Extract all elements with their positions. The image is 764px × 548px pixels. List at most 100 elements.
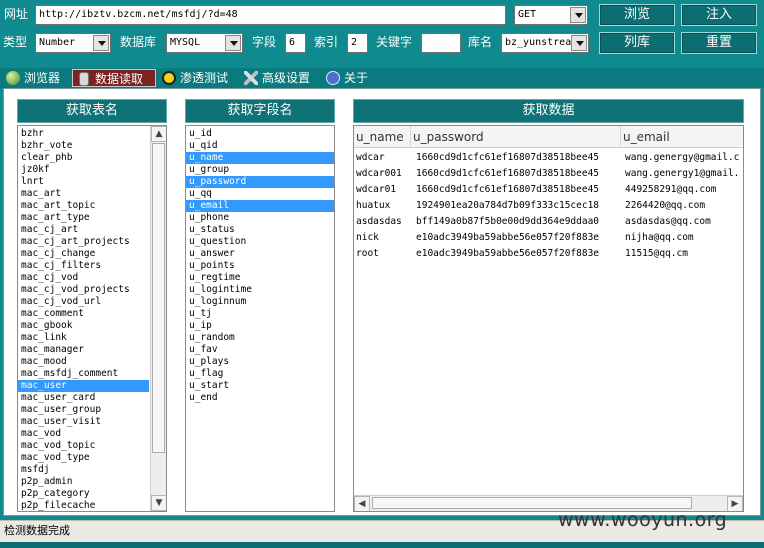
chevron-up-icon[interactable]: ▲	[151, 126, 166, 142]
list-item[interactable]: mac_manager	[18, 344, 149, 356]
list-item[interactable]: u_start	[186, 380, 334, 392]
table-cell: huatux	[356, 200, 391, 211]
list-item[interactable]: mac_user_visit	[18, 416, 149, 428]
table-cell: asdasdas@qq.com	[625, 216, 711, 227]
tab-advanced[interactable]: 高级设置	[240, 69, 320, 87]
keyword-input[interactable]	[421, 33, 461, 53]
table-row[interactable]: root e10adc3949ba59abbe56e057f20f883e 1151…	[354, 246, 743, 262]
list-item[interactable]: mac_cj_vod_url	[18, 296, 149, 308]
table-cell: 449258291@qq.com	[625, 184, 717, 195]
list-item[interactable]: mac_comment	[18, 308, 149, 320]
list-item[interactable]: mac_cj_change	[18, 248, 149, 260]
list-item[interactable]: mac_cj_vod_projects	[18, 284, 149, 296]
list-item[interactable]: u_ip	[186, 320, 334, 332]
list-item[interactable]: bzhr	[18, 128, 149, 140]
list-item[interactable]: u_question	[186, 236, 334, 248]
list-item[interactable]: u_phone	[186, 212, 334, 224]
column-header[interactable]: u_password	[411, 126, 621, 148]
index-input[interactable]: 2	[347, 33, 368, 53]
scroll-thumb[interactable]	[372, 497, 692, 509]
list-item[interactable]: mac_vod_topic	[18, 440, 149, 452]
list-item[interactable]: u_email	[186, 200, 334, 212]
url-input[interactable]: http://ibztv.bzcm.net/msfdj/?d=48	[35, 5, 506, 25]
tab-data-read[interactable]: 数据读取	[72, 69, 156, 87]
list-item[interactable]: mac_link	[18, 332, 149, 344]
list-item[interactable]: u_qid	[186, 140, 334, 152]
column-header[interactable]: u_email	[621, 126, 743, 148]
list-item[interactable]: bzhr_vote	[18, 140, 149, 152]
list-item[interactable]: u_fav	[186, 344, 334, 356]
table-row[interactable]: wdcar 1660cd9d1cfc61ef16807d38518bee45 wan…	[354, 150, 743, 166]
chevron-down-icon[interactable]	[570, 7, 586, 23]
tables-scrollbar[interactable]: ▲ ▼	[150, 126, 166, 511]
list-item[interactable]: u_points	[186, 260, 334, 272]
list-item[interactable]: u_tj	[186, 308, 334, 320]
table-row[interactable]: wdcar001 1660cd9d1cfc61ef16807d38518bee45…	[354, 166, 743, 182]
chevron-left-icon[interactable]: ◀	[354, 496, 370, 511]
list-item[interactable]: u_flag	[186, 368, 334, 380]
list-item[interactable]: lnrt	[18, 176, 149, 188]
list-item[interactable]: u_loginnum	[186, 296, 334, 308]
list-item[interactable]: p2p_category	[18, 488, 149, 500]
chevron-down-icon[interactable]	[571, 35, 587, 51]
list-item[interactable]: mac_cj_art	[18, 224, 149, 236]
list-item[interactable]: u_password	[186, 176, 334, 188]
type-select[interactable]: Number	[35, 33, 111, 53]
list-item[interactable]: clear_phb	[18, 152, 149, 164]
list-item[interactable]: mac_cj_art_projects	[18, 236, 149, 248]
list-item[interactable]: u_answer	[186, 248, 334, 260]
data-grid[interactable]: u_name u_password u_email wdcar 1660cd9d1…	[353, 125, 744, 512]
list-item[interactable]: u_qq	[186, 188, 334, 200]
method-select[interactable]: GET	[514, 5, 588, 25]
list-item[interactable]: u_random	[186, 332, 334, 344]
list-item[interactable]: mac_cj_vod	[18, 272, 149, 284]
list-item[interactable]: mac_gbook	[18, 320, 149, 332]
column-header[interactable]: u_name	[354, 126, 411, 148]
list-db-button[interactable]: 列库	[599, 32, 675, 54]
list-item[interactable]: p2p_admin	[18, 476, 149, 488]
scroll-thumb[interactable]	[152, 143, 165, 453]
list-item[interactable]: mac_cj_filters	[18, 260, 149, 272]
list-item[interactable]: mac_user	[18, 380, 149, 392]
chevron-right-icon[interactable]: ▶	[727, 496, 743, 511]
list-item[interactable]: u_logintime	[186, 284, 334, 296]
list-item[interactable]: mac_art_topic	[18, 200, 149, 212]
list-item[interactable]: u_id	[186, 128, 334, 140]
list-item[interactable]: jz0kf	[18, 164, 149, 176]
list-item[interactable]: mac_user_group	[18, 404, 149, 416]
tab-pentest[interactable]: 渗透测试	[158, 69, 238, 87]
tab-about[interactable]: 关于	[322, 69, 378, 87]
list-item[interactable]: u_end	[186, 392, 334, 404]
list-item[interactable]: u_name	[186, 152, 334, 164]
list-item[interactable]: u_group	[186, 164, 334, 176]
list-item[interactable]: msfdj	[18, 464, 149, 476]
list-item[interactable]: mac_art	[18, 188, 149, 200]
chevron-down-icon[interactable]	[225, 35, 241, 51]
browse-button[interactable]: 浏览	[599, 4, 675, 26]
chevron-down-icon[interactable]: ▼	[151, 495, 166, 511]
tables-list[interactable]: bzhr bzhr_vote clear_phb jz0kf lnrt mac_art ma…	[17, 125, 167, 512]
list-item[interactable]: mac_msfdj_comment	[18, 368, 149, 380]
list-item[interactable]: mac_vod_type	[18, 452, 149, 464]
chevron-down-icon[interactable]	[93, 35, 109, 51]
list-item[interactable]: mac_user_card	[18, 392, 149, 404]
tab-browser[interactable]: 浏览器	[2, 69, 70, 87]
table-row[interactable]: wdcar01 1660cd9d1cfc61ef16807d38518bee45 4…	[354, 182, 743, 198]
inject-button[interactable]: 注入	[681, 4, 757, 26]
grid-body: wdcar 1660cd9d1cfc61ef16807d38518bee45 wan…	[354, 150, 743, 490]
list-item[interactable]: mac_vod	[18, 428, 149, 440]
table-row[interactable]: asdasdas bff149a0b87f5b0e00d9dd364e9ddaa0…	[354, 214, 743, 230]
field-count-input[interactable]: 6	[285, 33, 306, 53]
db-select[interactable]: MYSQL	[166, 33, 243, 53]
list-item[interactable]: u_regtime	[186, 272, 334, 284]
table-row[interactable]: huatux 1924901ea20a784d7b09f333c15cec18 22…	[354, 198, 743, 214]
list-item[interactable]: mac_art_type	[18, 212, 149, 224]
list-item[interactable]: u_status	[186, 224, 334, 236]
list-item[interactable]: p2p_filecache	[18, 500, 149, 511]
list-item[interactable]: u_plays	[186, 356, 334, 368]
table-row[interactable]: nick e10adc3949ba59abbe56e057f20f883e nijh…	[354, 230, 743, 246]
list-item[interactable]: mac_mood	[18, 356, 149, 368]
reset-button[interactable]: 重置	[681, 32, 757, 54]
fields-list[interactable]: u_id u_qid u_name u_group u_password u_qq u_em…	[185, 125, 335, 512]
dbname-select[interactable]: bz_yunstrea	[501, 33, 589, 53]
